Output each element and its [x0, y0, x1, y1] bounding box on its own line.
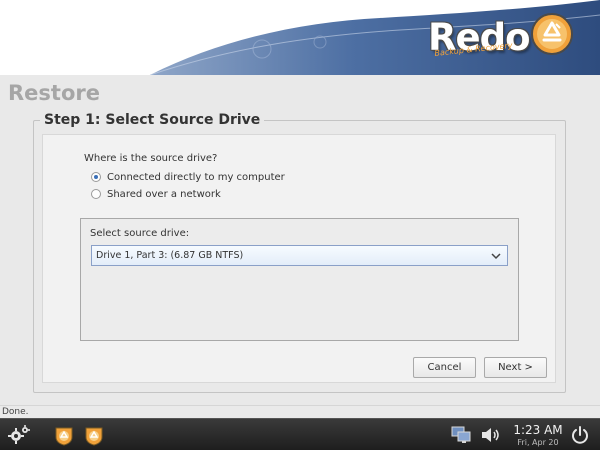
option-label: Shared over a network: [107, 188, 221, 200]
header-banner: Redo Backup & Recovery: [0, 0, 600, 75]
page-title: Restore: [8, 81, 100, 105]
taskbar: 1:23 AM Fri, Apr 20: [0, 418, 600, 450]
radio-button[interactable]: [91, 189, 101, 199]
option-shared-network[interactable]: Shared over a network: [91, 187, 221, 201]
clock-date: Fri, Apr 20: [517, 438, 559, 447]
option-connected-directly[interactable]: Connected directly to my computer: [91, 170, 285, 184]
drive-select-label: Select source drive:: [90, 228, 190, 239]
recycle-badge-icon: [531, 13, 573, 55]
source-drive-value: Drive 1, Part 3: (6.87 GB NTFS): [96, 250, 244, 261]
redo-app-icon[interactable]: [53, 424, 75, 446]
radio-button-selected[interactable]: [91, 172, 101, 182]
chevron-down-icon: [491, 253, 501, 260]
power-icon[interactable]: [571, 426, 589, 444]
next-button[interactable]: Next >: [484, 357, 547, 378]
source-drive-select[interactable]: Drive 1, Part 3: (6.87 GB NTFS): [91, 245, 508, 266]
status-text: Done.: [2, 407, 29, 417]
taskbar-clock[interactable]: 1:23 AM Fri, Apr 20: [510, 423, 566, 447]
cancel-button[interactable]: Cancel: [413, 357, 476, 378]
option-label: Connected directly to my computer: [107, 171, 285, 183]
source-question: Where is the source drive?: [84, 153, 218, 164]
status-bar: Done.: [0, 405, 600, 418]
step-title: Step 1: Select Source Drive: [40, 112, 265, 128]
volume-icon[interactable]: [481, 427, 501, 443]
gear-icon[interactable]: [8, 425, 30, 445]
network-icon[interactable]: [451, 426, 471, 444]
clock-time: 1:23 AM: [513, 423, 563, 437]
redo-app-icon[interactable]: [83, 424, 105, 446]
main-area: Restore Step 1: Select Source Drive Wher…: [0, 75, 600, 405]
redo-logo: Redo Backup & Recovery: [426, 10, 576, 74]
